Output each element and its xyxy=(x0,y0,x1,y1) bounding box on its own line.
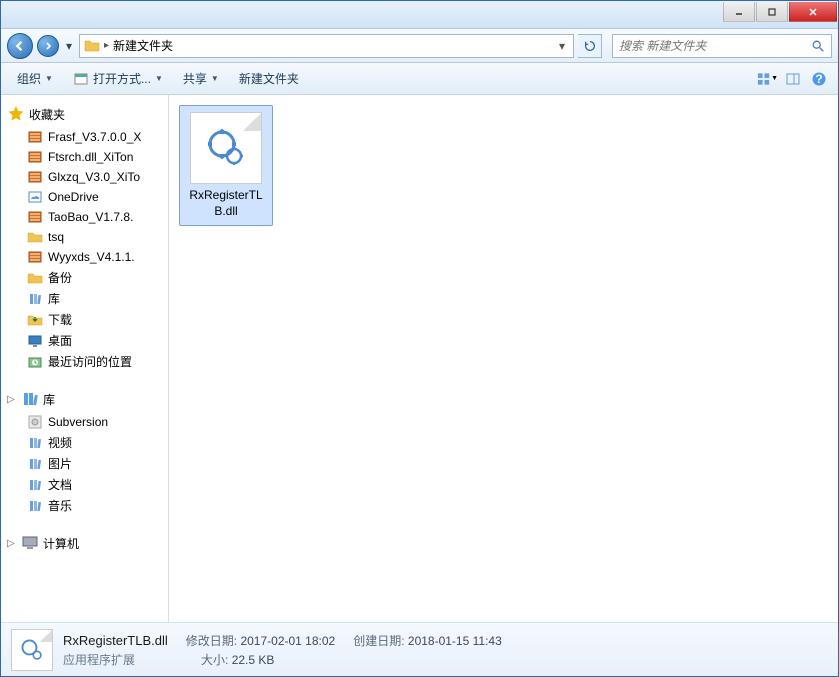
dll-icon xyxy=(18,636,46,664)
body-area: 收藏夹 Frasf_V3.7.0.0_X Ftsrch.dll_XiTon Glxz… xyxy=(1,95,838,622)
sidebar-item[interactable]: 图片 xyxy=(1,453,168,474)
libraries-group[interactable]: ▷ 库 xyxy=(1,386,168,412)
toolbar: 组织▼ 打开方式...▼ 共享▼ 新建文件夹 ▼ ? xyxy=(1,63,838,95)
sidebar-item-label: 最近访问的位置 xyxy=(48,353,132,370)
star-icon xyxy=(7,105,25,123)
sidebar-item-label: TaoBao_V1.7.8. xyxy=(48,210,133,224)
explorer-window: ▾ ▸ 新建文件夹 ▾ 组织▼ 打开方式...▼ 共享▼ 新建文件夹 ▼ ? xyxy=(0,0,839,677)
view-options-button[interactable]: ▼ xyxy=(756,68,778,90)
svg-text:?: ? xyxy=(815,72,822,86)
sidebar-item-label: OneDrive xyxy=(48,190,99,204)
minimize-button[interactable] xyxy=(723,2,755,22)
history-dropdown[interactable]: ▾ xyxy=(63,39,75,53)
computer-group[interactable]: ▷ 计算机 xyxy=(1,530,168,556)
sidebar-item[interactable]: Subversion xyxy=(1,412,168,432)
refresh-button[interactable] xyxy=(578,34,602,58)
preview-pane-button[interactable] xyxy=(782,68,804,90)
sidebar-item-label: Frasf_V3.7.0.0_X xyxy=(48,130,141,144)
details-file-icon xyxy=(11,629,53,671)
open-with-button[interactable]: 打开方式...▼ xyxy=(65,66,171,91)
titlebar xyxy=(1,1,838,29)
sidebar-item[interactable]: 视频 xyxy=(1,432,168,453)
sidebar-item[interactable]: Frasf_V3.7.0.0_X xyxy=(1,127,168,147)
sidebar-item[interactable]: Ftsrch.dll_XiTon xyxy=(1,147,168,167)
sidebar-item[interactable]: 桌面 xyxy=(1,330,168,351)
file-name: RxRegisterTLB.dll xyxy=(184,188,268,219)
share-button[interactable]: 共享▼ xyxy=(175,66,227,91)
sidebar-item[interactable]: Wyyxds_V4.1.1. xyxy=(1,247,168,267)
breadcrumb-item[interactable]: 新建文件夹 xyxy=(113,37,173,54)
sidebar-item[interactable]: 音乐 xyxy=(1,495,168,516)
sidebar-item-label: 下载 xyxy=(48,311,72,328)
sidebar-item-label: Ftsrch.dll_XiTon xyxy=(48,150,133,164)
sidebar-item-label: Wyyxds_V4.1.1. xyxy=(48,250,135,264)
navigation-pane[interactable]: 收藏夹 Frasf_V3.7.0.0_X Ftsrch.dll_XiTon Glxz… xyxy=(1,95,169,622)
search-input[interactable] xyxy=(619,39,805,53)
sidebar-item-label: 图片 xyxy=(48,455,72,472)
address-dropdown[interactable]: ▾ xyxy=(555,39,569,53)
details-size: 22.5 KB xyxy=(232,653,275,667)
favorites-group[interactable]: 收藏夹 xyxy=(1,101,168,127)
file-thumbnail xyxy=(190,112,262,184)
help-button[interactable]: ? xyxy=(808,68,830,90)
library-icon xyxy=(21,390,39,408)
sidebar-item[interactable]: OneDrive xyxy=(1,187,168,207)
sidebar-item[interactable]: 库 xyxy=(1,288,168,309)
sidebar-item[interactable]: 文档 xyxy=(1,474,168,495)
sidebar-item-label: 备份 xyxy=(48,269,72,286)
sidebar-item[interactable]: 下载 xyxy=(1,309,168,330)
folder-icon xyxy=(84,38,100,54)
maximize-button[interactable] xyxy=(756,2,788,22)
close-button[interactable] xyxy=(789,2,837,22)
sidebar-item-label: 桌面 xyxy=(48,332,72,349)
details-filetype: 应用程序扩展 xyxy=(63,651,135,668)
sidebar-item-label: 视频 xyxy=(48,434,72,451)
sidebar-item[interactable]: 备份 xyxy=(1,267,168,288)
search-icon xyxy=(811,39,825,53)
address-bar[interactable]: ▸ 新建文件夹 ▾ xyxy=(79,34,574,58)
back-button[interactable] xyxy=(7,33,33,59)
search-box[interactable] xyxy=(612,34,832,58)
chevron-right-icon: ▸ xyxy=(104,40,109,51)
navigation-bar: ▾ ▸ 新建文件夹 ▾ xyxy=(1,29,838,63)
expand-icon: ▷ xyxy=(7,538,17,549)
sidebar-item-label: Glxzq_V3.0_XiTo xyxy=(48,170,140,184)
dll-icon xyxy=(204,126,248,170)
forward-button[interactable] xyxy=(37,35,59,57)
sidebar-item[interactable]: 最近访问的位置 xyxy=(1,351,168,372)
sidebar-item[interactable]: TaoBao_V1.7.8. xyxy=(1,207,168,227)
details-filename: RxRegisterTLB.dll xyxy=(63,633,168,648)
window-controls xyxy=(723,1,837,22)
new-folder-button[interactable]: 新建文件夹 xyxy=(231,66,307,91)
expand-icon: ▷ xyxy=(7,394,17,405)
organize-button[interactable]: 组织▼ xyxy=(9,66,61,91)
sidebar-item-label: 文档 xyxy=(48,476,72,493)
app-icon xyxy=(73,71,89,87)
sidebar-item-label: Subversion xyxy=(48,415,108,429)
details-pane: RxRegisterTLB.dll 修改日期: 2017-02-01 18:02… xyxy=(1,622,838,676)
computer-icon xyxy=(21,534,39,552)
sidebar-item[interactable]: Glxzq_V3.0_XiTo xyxy=(1,167,168,187)
file-list[interactable]: RxRegisterTLB.dll xyxy=(169,95,838,622)
sidebar-item-label: tsq xyxy=(48,230,64,244)
sidebar-item-label: 库 xyxy=(48,290,60,307)
sidebar-item[interactable]: tsq xyxy=(1,227,168,247)
details-created: 2018-01-15 11:43 xyxy=(408,634,502,648)
details-modified: 2017-02-01 18:02 xyxy=(240,634,335,648)
details-text: RxRegisterTLB.dll 修改日期: 2017-02-01 18:02… xyxy=(63,632,828,668)
sidebar-item-label: 音乐 xyxy=(48,497,72,514)
file-item[interactable]: RxRegisterTLB.dll xyxy=(179,105,273,226)
